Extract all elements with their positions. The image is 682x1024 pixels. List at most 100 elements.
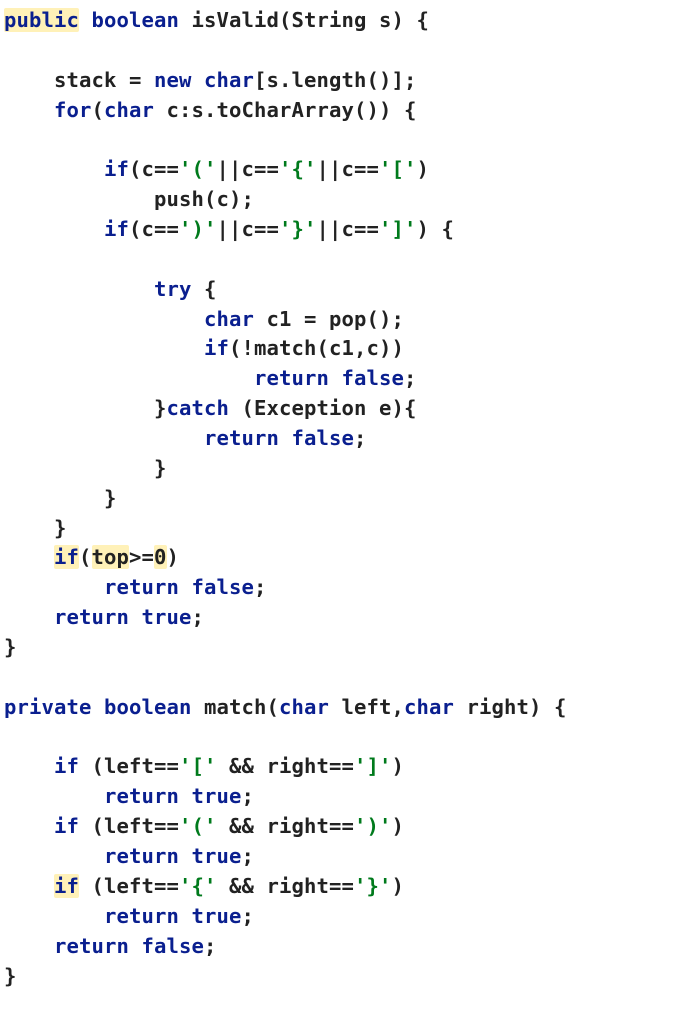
code-token: ||c== xyxy=(317,157,380,181)
keyword-token: if xyxy=(54,874,79,898)
code-token xyxy=(4,98,54,122)
code-token: (left== xyxy=(79,814,179,838)
code-token: ) xyxy=(417,157,430,181)
keyword-token: if xyxy=(204,336,229,360)
code-token xyxy=(4,754,54,778)
keyword-token: false xyxy=(341,366,404,390)
keyword-token: catch xyxy=(166,396,229,420)
code-token xyxy=(179,575,192,599)
code-token: right) { xyxy=(454,695,567,719)
string-literal-token: ']' xyxy=(379,217,417,241)
code-token xyxy=(279,426,292,450)
string-literal-token: ')' xyxy=(179,217,217,241)
code-token xyxy=(4,545,54,569)
string-literal-token: '(' xyxy=(179,157,217,181)
code-token: isValid(String s) { xyxy=(179,8,429,32)
code-token xyxy=(4,814,54,838)
keyword-token: return xyxy=(104,575,179,599)
keyword-token: if xyxy=(104,217,129,241)
code-token: (Exception e){ xyxy=(229,396,416,420)
string-literal-token: '[' xyxy=(179,754,217,778)
code-token: ) xyxy=(391,814,404,838)
keyword-token: return xyxy=(254,366,329,390)
code-token: ||c== xyxy=(217,217,280,241)
string-literal-token: ')' xyxy=(354,814,392,838)
code-token: ) xyxy=(391,754,404,778)
code-token: ) { xyxy=(417,217,455,241)
string-literal-token: '[' xyxy=(379,157,417,181)
code-token: ; xyxy=(404,366,417,390)
keyword-token: public xyxy=(4,8,79,32)
code-token xyxy=(4,277,154,301)
code-token xyxy=(191,68,204,92)
keyword-token: if xyxy=(54,545,79,569)
string-literal-token: '}' xyxy=(279,217,317,241)
keyword-token: true xyxy=(142,605,192,629)
keyword-token: return xyxy=(104,904,179,928)
code-token xyxy=(129,605,142,629)
code-token: (c== xyxy=(129,217,179,241)
code-token: (!match(c1,c)) xyxy=(229,336,404,360)
code-snippet: public boolean isValid(String s) { stack… xyxy=(0,0,682,1011)
keyword-token: new xyxy=(154,68,192,92)
code-token: c1 = pop(); xyxy=(254,307,404,331)
string-literal-token: '(' xyxy=(179,814,217,838)
keyword-token: char xyxy=(279,695,329,719)
code-token: && right== xyxy=(217,874,354,898)
code-token: push(c); xyxy=(4,187,254,211)
code-token: ; xyxy=(242,784,255,808)
code-token: c:s.toCharArray()) { xyxy=(154,98,416,122)
keyword-token: true xyxy=(192,844,242,868)
code-token xyxy=(4,784,104,808)
keyword-token: char xyxy=(204,68,254,92)
keyword-token: char xyxy=(204,307,254,331)
code-token xyxy=(4,336,204,360)
highlighted-token: top xyxy=(92,545,130,569)
code-token: } xyxy=(4,456,166,480)
code-token: && right== xyxy=(217,754,354,778)
keyword-token: return xyxy=(54,605,129,629)
code-token: ||c== xyxy=(317,217,380,241)
code-token: } xyxy=(4,516,67,540)
code-token xyxy=(92,695,105,719)
keyword-token: return xyxy=(54,934,129,958)
keyword-token: if xyxy=(104,157,129,181)
string-literal-token: '{' xyxy=(279,157,317,181)
code-token: { xyxy=(191,277,216,301)
keyword-token: if xyxy=(54,754,79,778)
code-token xyxy=(179,844,192,868)
keyword-token: false xyxy=(291,426,354,450)
code-token: left, xyxy=(329,695,404,719)
keyword-token: private xyxy=(4,695,92,719)
keyword-token: char xyxy=(404,695,454,719)
code-token xyxy=(129,934,142,958)
code-token: ( xyxy=(79,545,92,569)
code-token: ; xyxy=(204,934,217,958)
string-literal-token: ']' xyxy=(354,754,392,778)
keyword-token: return xyxy=(104,784,179,808)
code-token xyxy=(4,575,104,599)
keyword-token: if xyxy=(54,814,79,838)
keyword-token: boolean xyxy=(92,8,180,32)
code-token: (left== xyxy=(79,874,179,898)
code-token xyxy=(4,157,104,181)
keyword-token: try xyxy=(154,277,192,301)
code-token: ; xyxy=(354,426,367,450)
code-token xyxy=(4,605,54,629)
code-token xyxy=(4,904,104,928)
code-token: } xyxy=(4,396,166,420)
code-token: ||c== xyxy=(217,157,280,181)
code-token: ( xyxy=(92,98,105,122)
code-token: (c== xyxy=(129,157,179,181)
code-token: ; xyxy=(242,844,255,868)
code-token xyxy=(179,904,192,928)
code-token: ) xyxy=(167,545,180,569)
code-token: ) xyxy=(391,874,404,898)
code-token: } xyxy=(4,486,117,510)
keyword-token: for xyxy=(54,98,92,122)
keyword-token: true xyxy=(192,784,242,808)
code-token: (left== xyxy=(79,754,179,778)
keyword-token: return xyxy=(204,426,279,450)
keyword-token: false xyxy=(142,934,205,958)
keyword-token: char xyxy=(104,98,154,122)
